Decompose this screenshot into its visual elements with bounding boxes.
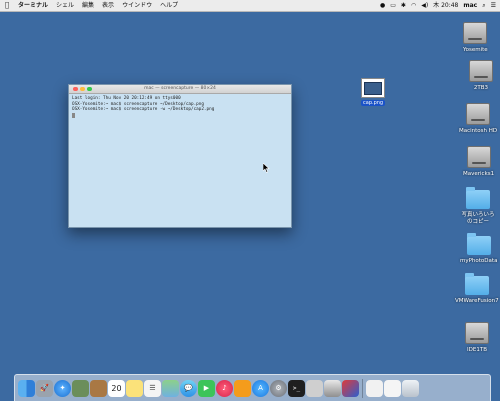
wifi-icon[interactable]: ◠: [411, 0, 416, 11]
desktop-icon-label: Yosemite: [463, 47, 488, 53]
reminders-icon[interactable]: ☰: [144, 379, 161, 397]
desktop-icon-label: 2TB3: [473, 85, 489, 91]
stack-icon[interactable]: [384, 379, 401, 397]
desktop-icon-label: 写真いろいろ のコピー: [461, 212, 495, 225]
document-icon[interactable]: [366, 379, 383, 397]
image-file-icon: [361, 78, 386, 98]
desktop-drive-2tb3[interactable]: 2TB3: [469, 60, 493, 91]
messages-icon[interactable]: 💬: [180, 379, 197, 397]
script-icon[interactable]: [306, 379, 323, 397]
hard-drive-icon: [463, 22, 488, 44]
desktop-icon-label: IDE1TB: [467, 347, 487, 353]
hard-drive-icon: [466, 146, 491, 168]
hard-drive-icon: [465, 322, 489, 344]
desktop-folder-photos-copy[interactable]: 写真いろいろ のコピー: [458, 187, 498, 226]
dock-separator: [362, 378, 363, 398]
desktop-icon-label: myPhotoData: [460, 258, 498, 264]
facetime-icon[interactable]: ▶: [198, 379, 215, 397]
menu-app-name[interactable]: ターミナル: [14, 0, 52, 11]
menu-window[interactable]: ウインドウ: [118, 0, 156, 11]
terminal-cursor: [72, 113, 75, 119]
menu-extras: ● ▭ ✱ ◠ ◀) 木 20:48 mac ⌕ ☰: [380, 0, 496, 11]
hard-drive-icon: [466, 103, 491, 125]
photo-icon[interactable]: [72, 379, 89, 397]
terminal-icon[interactable]: >_: [288, 379, 305, 397]
notes-icon[interactable]: [126, 379, 143, 397]
desktop-drive-mavericks1[interactable]: Mavericks1: [463, 146, 494, 177]
folder-icon: [466, 187, 490, 209]
bluetooth-icon[interactable]: ✱: [401, 0, 406, 11]
desktop-icon-label: VMWareFusion7: [455, 298, 499, 304]
clock[interactable]: 木 20:48: [433, 0, 458, 11]
calendar-icon[interactable]: 20: [108, 379, 125, 397]
desktop-icon-label: Macintosh HD: [459, 128, 498, 134]
user-name[interactable]: mac: [463, 0, 477, 11]
notification-center-icon[interactable]: ☰: [491, 0, 496, 11]
screen-icon[interactable]: ▭: [390, 0, 396, 11]
dock: 🚀 ✦ 20 ☰ 💬 ▶ ♪ A ⚙ >_: [14, 374, 491, 401]
disk-utility-icon[interactable]: [324, 379, 341, 397]
maps-icon[interactable]: [162, 379, 179, 397]
menu-help[interactable]: ヘルプ: [156, 0, 182, 11]
folder-icon: [464, 273, 489, 295]
menu-view[interactable]: 表示: [98, 0, 118, 11]
desktop-file-label: cap.png: [361, 100, 386, 106]
desktop-file-cap-png[interactable]: cap.png: [361, 78, 386, 106]
desktop-drive-ide1tb[interactable]: IDE1TB: [465, 322, 489, 353]
trash-icon[interactable]: [402, 379, 419, 397]
desktop-folder-vmwarefusion7[interactable]: VMWareFusion7: [455, 273, 499, 304]
desktop-drive-macintosh-hd[interactable]: Macintosh HD: [459, 103, 497, 134]
terminal-content[interactable]: Last login: Thu Nov 20 20:12:49 on ttys0…: [69, 94, 291, 120]
search-icon[interactable]: ⌕: [482, 0, 485, 11]
system-preferences-icon[interactable]: ⚙: [270, 379, 287, 397]
menu-edit[interactable]: 編集: [78, 0, 98, 11]
desktop-icon-label: Mavericks1: [463, 171, 495, 177]
itunes-icon[interactable]: ♪: [216, 379, 233, 397]
mouse-pointer-icon: [263, 163, 270, 173]
apple-menu-icon[interactable]: : [0, 0, 14, 11]
app-store-icon[interactable]: A: [252, 379, 269, 397]
terminal-title: mac — screencapture — 80×24: [144, 86, 216, 91]
desktop-folder-myphotodata[interactable]: myPhotoData: [460, 233, 498, 264]
ibooks-icon[interactable]: [234, 379, 251, 397]
terminal-window[interactable]: mac — screencapture — 80×24 Last login: …: [68, 84, 292, 228]
terminal-line: OSX-Yosemite:~ mac$ screencapture -w ~/D…: [72, 107, 215, 113]
safari-icon[interactable]: ✦: [54, 379, 71, 397]
menu-bar:  ターミナル シェル 編集 表示 ウインドウ ヘルプ ● ▭ ✱ ◠ ◀) 木…: [0, 0, 500, 12]
terminal-titlebar[interactable]: mac — screencapture — 80×24: [69, 85, 291, 94]
status-icon[interactable]: ●: [380, 0, 385, 11]
calendar-day: 20: [111, 383, 122, 393]
hard-drive-icon: [469, 60, 493, 82]
launchpad-icon[interactable]: 🚀: [36, 379, 53, 397]
finder-icon[interactable]: [18, 379, 35, 397]
folder-icon: [466, 233, 491, 255]
contacts-icon[interactable]: [90, 379, 107, 397]
vmware-icon[interactable]: [342, 379, 359, 397]
desktop-drive-yosemite[interactable]: Yosemite: [463, 22, 488, 53]
menu-shell[interactable]: シェル: [52, 0, 78, 11]
volume-icon[interactable]: ◀): [421, 0, 428, 11]
